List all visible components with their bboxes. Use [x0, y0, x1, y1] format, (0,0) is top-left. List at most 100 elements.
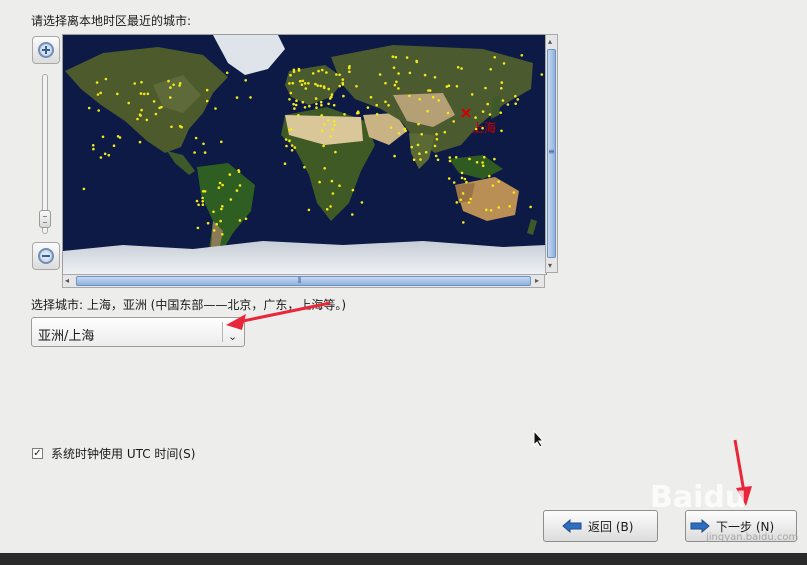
city-dot[interactable]: [501, 99, 505, 102]
city-dot[interactable]: [292, 102, 295, 106]
city-dot[interactable]: [322, 86, 326, 90]
city-dot[interactable]: [485, 208, 488, 212]
city-dot[interactable]: [87, 106, 91, 110]
city-dot[interactable]: [465, 180, 468, 184]
city-dot[interactable]: [169, 96, 172, 99]
city-dot[interactable]: [338, 73, 341, 77]
city-dot[interactable]: [317, 69, 320, 73]
city-dot[interactable]: [424, 150, 428, 154]
city-dot[interactable]: [462, 221, 465, 224]
city-dot[interactable]: [96, 93, 100, 96]
utc-option[interactable]: ✓ 系统时钟使用 UTC 时间(S): [32, 445, 195, 462]
city-dot[interactable]: [459, 198, 463, 202]
city-dot[interactable]: [327, 87, 331, 91]
city-dot[interactable]: [303, 82, 307, 85]
city-dot[interactable]: [116, 135, 120, 138]
city-dot[interactable]: [205, 88, 209, 92]
city-dot[interactable]: [206, 221, 210, 225]
city-dot[interactable]: [201, 190, 205, 193]
city-dot[interactable]: [217, 186, 221, 189]
city-dot[interactable]: [325, 71, 328, 74]
city-dot[interactable]: [410, 145, 414, 149]
city-dot[interactable]: [416, 143, 420, 147]
city-dot[interactable]: [343, 113, 346, 116]
city-dot[interactable]: [419, 158, 422, 161]
city-dot[interactable]: [290, 149, 294, 152]
city-dot[interactable]: [392, 66, 396, 69]
city-dot[interactable]: [292, 70, 296, 73]
city-dot[interactable]: [294, 103, 298, 107]
city-dot[interactable]: [289, 73, 292, 77]
city-dot[interactable]: [195, 199, 199, 203]
city-dot[interactable]: [514, 94, 517, 98]
city-dot[interactable]: [329, 205, 332, 208]
city-dot[interactable]: [284, 138, 288, 141]
city-dot[interactable]: [338, 84, 342, 88]
city-dot[interactable]: [323, 167, 327, 170]
city-dot[interactable]: [470, 93, 474, 96]
city-dot[interactable]: [201, 196, 204, 200]
city-dot[interactable]: [393, 154, 396, 158]
city-dot[interactable]: [219, 219, 222, 223]
city-dot[interactable]: [220, 140, 223, 144]
city-dot[interactable]: [97, 109, 100, 112]
city-dot[interactable]: [307, 208, 311, 212]
city-dot[interactable]: [170, 125, 173, 129]
city-dot[interactable]: [140, 80, 143, 84]
city-dot[interactable]: [341, 81, 345, 85]
city-dot[interactable]: [329, 135, 332, 138]
city-dot[interactable]: [215, 222, 218, 226]
city-dot[interactable]: [197, 203, 200, 207]
city-dot[interactable]: [315, 106, 318, 109]
scroll-left-arrow-icon[interactable]: ◂: [65, 276, 69, 286]
city-dot[interactable]: [202, 142, 205, 146]
city-dot[interactable]: [447, 84, 451, 87]
city-dot[interactable]: [297, 114, 300, 117]
city-dot[interactable]: [384, 100, 387, 104]
city-dot[interactable]: [434, 154, 438, 158]
city-dot[interactable]: [481, 110, 485, 113]
city-dot[interactable]: [375, 112, 379, 116]
city-dot[interactable]: [540, 73, 544, 76]
city-dot[interactable]: [433, 76, 437, 79]
city-dot[interactable]: [418, 98, 422, 101]
city-dot[interactable]: [229, 198, 233, 201]
city-dot[interactable]: [387, 104, 390, 107]
city-dot[interactable]: [475, 161, 479, 164]
city-dot[interactable]: [178, 124, 182, 128]
city-dot[interactable]: [244, 79, 247, 82]
city-dot[interactable]: [321, 68, 324, 72]
city-dot[interactable]: [405, 56, 409, 59]
city-dot[interactable]: [316, 84, 319, 87]
city-dot[interactable]: [423, 73, 427, 77]
city-dot[interactable]: [99, 156, 103, 159]
city-dot[interactable]: [107, 153, 111, 157]
city-dot[interactable]: [303, 165, 306, 169]
city-dot[interactable]: [221, 233, 224, 236]
utc-checkbox[interactable]: ✓: [32, 448, 43, 459]
zoom-slider-thumb[interactable]: [39, 210, 51, 228]
zoom-out-button[interactable]: [32, 242, 60, 270]
city-dot[interactable]: [366, 106, 370, 109]
city-dot[interactable]: [497, 180, 501, 183]
city-dot[interactable]: [238, 219, 242, 222]
city-dot[interactable]: [178, 84, 181, 87]
city-dot[interactable]: [342, 94, 345, 98]
city-dot[interactable]: [314, 97, 318, 100]
city-dot[interactable]: [325, 208, 329, 211]
city-dot[interactable]: [426, 109, 429, 113]
city-dot[interactable]: [136, 117, 139, 121]
city-dot[interactable]: [331, 192, 335, 195]
city-dot[interactable]: [484, 86, 487, 90]
city-dot[interactable]: [152, 100, 156, 103]
city-dot[interactable]: [196, 226, 200, 230]
city-dot[interactable]: [218, 181, 222, 185]
world-map[interactable]: 上海: [62, 34, 547, 275]
city-dot[interactable]: [307, 82, 310, 85]
city-dot[interactable]: [142, 92, 146, 96]
city-dot[interactable]: [116, 92, 119, 96]
city-dot[interactable]: [301, 79, 305, 83]
city-dot[interactable]: [389, 126, 393, 129]
city-dot[interactable]: [330, 93, 334, 96]
city-dot[interactable]: [221, 183, 224, 187]
